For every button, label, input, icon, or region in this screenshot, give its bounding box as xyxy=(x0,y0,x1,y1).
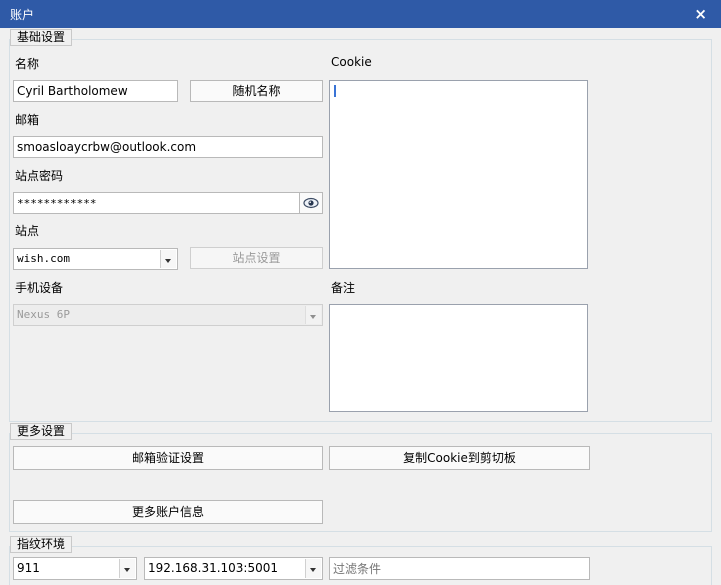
password-label: 站点密码 xyxy=(15,169,64,183)
random-name-button[interactable]: 随机名称 xyxy=(190,80,323,102)
copy-cookie-button[interactable]: 复制Cookie到剪切板 xyxy=(329,446,590,470)
note-textarea[interactable] xyxy=(329,304,588,412)
proxy-select[interactable]: 192.168.31.103:5001 xyxy=(144,557,323,580)
chevron-down-icon[interactable] xyxy=(305,559,321,578)
device-label: 手机设备 xyxy=(15,281,64,295)
device-select-value: Nexus 6P xyxy=(17,308,70,321)
name-input[interactable]: Cyril Bartholomew xyxy=(13,80,178,102)
chevron-down-icon[interactable] xyxy=(160,250,176,268)
more-account-info-button[interactable]: 更多账户信息 xyxy=(13,500,323,524)
fingerprint-label: 指纹环境 xyxy=(10,536,73,553)
note-label: 备注 xyxy=(331,281,356,295)
basic-settings-label: 基础设置 xyxy=(10,29,73,46)
site-settings-button[interactable]: 站点设置 xyxy=(190,247,323,269)
window-title: 账户 xyxy=(10,8,35,22)
email-label: 邮箱 xyxy=(15,113,40,127)
password-input[interactable]: ************ xyxy=(13,192,300,214)
proxy-select-value: 192.168.31.103:5001 xyxy=(148,561,279,575)
env-select[interactable]: 911 xyxy=(13,557,137,580)
env-select-value: 911 xyxy=(17,561,40,575)
chevron-down-icon[interactable] xyxy=(119,559,135,578)
show-password-button[interactable] xyxy=(299,192,323,214)
close-icon[interactable]: × xyxy=(694,5,707,23)
title-bar: 账户 × xyxy=(0,0,721,28)
name-label: 名称 xyxy=(15,57,40,71)
site-select[interactable]: wish.com xyxy=(13,248,178,270)
site-select-value: wish.com xyxy=(17,252,70,265)
email-input[interactable]: smoasloaycrbw@outlook.com xyxy=(13,136,323,158)
device-select[interactable]: Nexus 6P xyxy=(13,304,323,326)
more-settings-label: 更多设置 xyxy=(10,423,73,440)
cookie-label: Cookie xyxy=(331,55,372,69)
site-label: 站点 xyxy=(15,224,40,238)
text-caret xyxy=(334,85,336,97)
cookie-textarea[interactable] xyxy=(329,80,588,269)
eye-icon xyxy=(303,197,319,209)
email-verify-button[interactable]: 邮箱验证设置 xyxy=(13,446,323,470)
chevron-down-icon[interactable] xyxy=(305,306,321,324)
filter-input[interactable] xyxy=(329,557,590,580)
